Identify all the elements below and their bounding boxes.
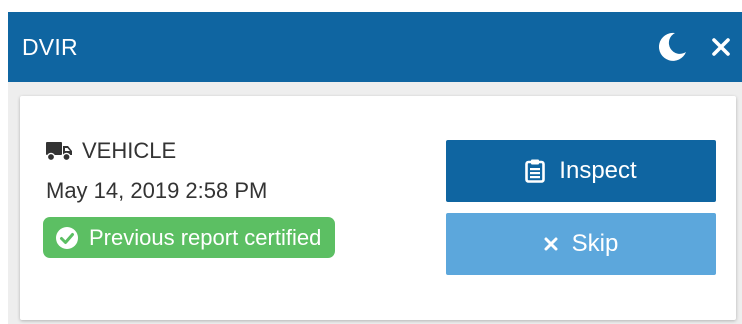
vehicle-line: VEHICLE	[46, 138, 176, 164]
clipboard-icon	[525, 159, 546, 183]
check-circle-icon	[55, 226, 79, 250]
moon-icon[interactable]	[654, 29, 690, 65]
close-icon[interactable]	[708, 34, 734, 60]
header-title: DVIR	[22, 33, 78, 60]
skip-label: Skip	[571, 230, 619, 257]
header-bar: DVIR	[8, 12, 742, 82]
skip-button[interactable]: Skip	[446, 213, 716, 275]
status-badge: Previous report certified	[43, 217, 336, 258]
vehicle-label: VEHICLE	[82, 138, 177, 163]
report-timestamp: May 14, 2019 2:58 PM	[46, 178, 268, 203]
inspect-label: Inspect	[559, 157, 637, 184]
status-text: Previous report certified	[89, 224, 322, 250]
inspect-button[interactable]: Inspect	[446, 140, 716, 202]
report-card: VEHICLE May 14, 2019 2:58 PM Previous re…	[20, 96, 736, 320]
truck-icon	[46, 140, 72, 162]
dvir-window: DVIR VEHICLE May 14, 2019 2:58 PM Previo…	[0, 0, 742, 324]
header-actions	[654, 12, 742, 82]
x-icon	[544, 237, 558, 251]
